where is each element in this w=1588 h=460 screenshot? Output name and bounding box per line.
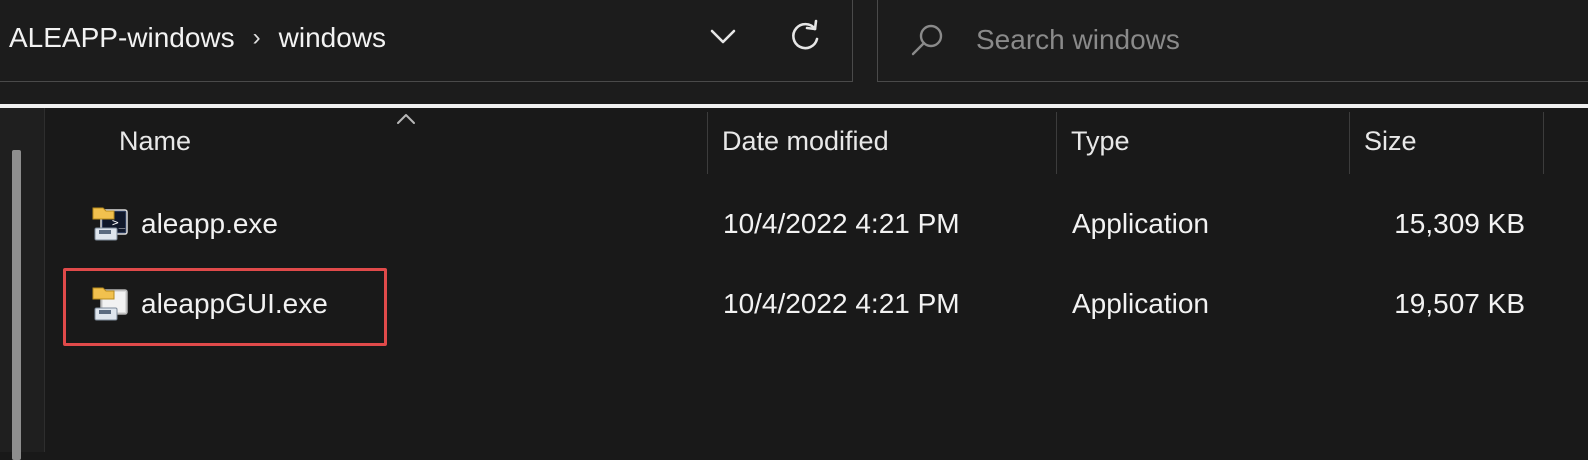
column-header-row: Name Date modified Type Size	[45, 108, 1588, 174]
file-type: Application	[1072, 288, 1209, 319]
breadcrumb: ALEAPP-windows › windows	[9, 19, 386, 57]
application-exe-icon: >_	[92, 207, 128, 241]
search-icon	[911, 24, 943, 56]
file-size: 19,507 KB	[1394, 288, 1525, 319]
column-divider[interactable]	[1543, 112, 1544, 174]
column-header-date-modified[interactable]: Date modified	[708, 108, 1056, 174]
refresh-icon	[792, 19, 819, 50]
breadcrumb-separator-icon[interactable]: ›	[253, 24, 261, 52]
breadcrumb-item-aleapp-windows[interactable]: ALEAPP-windows	[9, 22, 235, 54]
refresh-button[interactable]	[785, 17, 825, 57]
file-row-aleapp-exe[interactable]: >_ aleapp.exe 10/4/2022 4:21 PM Applicat…	[45, 186, 1588, 262]
column-header-name[interactable]: Name	[105, 108, 705, 174]
navigation-pane	[0, 108, 45, 460]
file-date-modified: 10/4/2022 4:21 PM	[723, 208, 960, 239]
file-type: Application	[1072, 208, 1209, 239]
address-history-dropdown-button[interactable]	[705, 21, 741, 53]
file-size: 15,309 KB	[1394, 208, 1525, 239]
file-name: aleapp.exe	[141, 208, 279, 239]
breadcrumb-item-windows[interactable]: windows	[279, 22, 386, 54]
chevron-down-icon	[710, 29, 736, 44]
address-bar[interactable]: ALEAPP-windows › windows	[0, 0, 853, 82]
column-header-size[interactable]: Size	[1350, 108, 1543, 174]
toolbar: ALEAPP-windows › windows	[0, 0, 1588, 104]
column-header-type[interactable]: Type	[1057, 108, 1349, 174]
highlight-annotation-box	[63, 268, 387, 346]
search-box[interactable]	[877, 0, 1588, 82]
file-date-modified: 10/4/2022 4:21 PM	[723, 288, 960, 319]
search-input[interactable]	[974, 19, 1538, 61]
navigation-pane-scrollbar[interactable]	[12, 150, 21, 460]
